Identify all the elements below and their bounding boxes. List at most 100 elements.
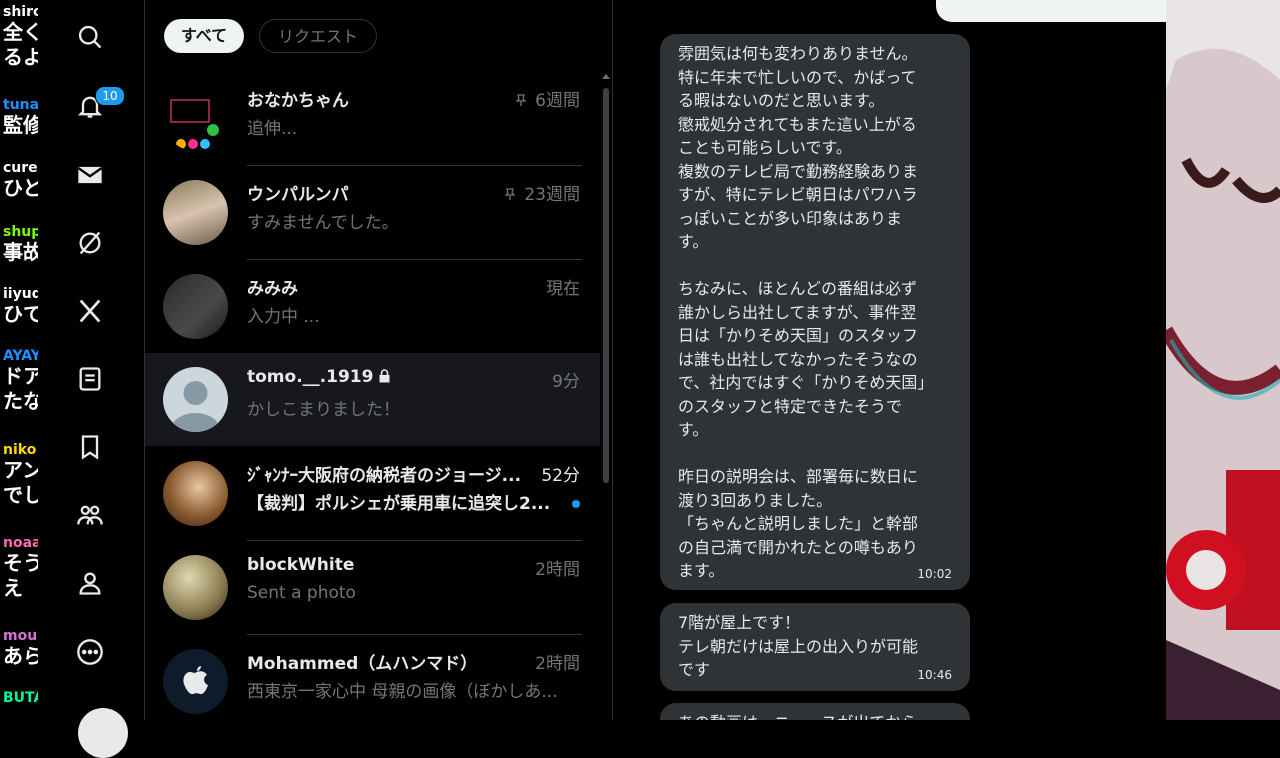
- chat-message: niko アン でし: [3, 442, 38, 508]
- apple-logo-icon: [183, 666, 208, 695]
- conversation-time-text: 6週間: [535, 91, 580, 111]
- chat-text: そう: [3, 551, 38, 575]
- conversation-name: Mohammed（ムハンマド）: [247, 654, 478, 674]
- conversation-time: 2時間: [535, 654, 580, 674]
- avatar: [163, 461, 228, 526]
- filter-all[interactable]: すべて: [164, 19, 244, 53]
- chat-text: あら: [3, 644, 38, 668]
- conversation-time-text: 23週間: [524, 185, 580, 205]
- chat-username: niko: [3, 442, 37, 458]
- chat-message: AYAY ドア たな: [3, 348, 38, 414]
- conversation-time: 9分: [552, 372, 580, 392]
- nav-premium[interactable]: [74, 295, 106, 327]
- conversation-preview: 西東京一家心中 母親の画像（ぼかしあ...: [247, 682, 558, 702]
- conversation-item[interactable]: ウンパルンパ 23週間 すみませんでした。: [145, 166, 600, 259]
- chat-username: shiro: [3, 4, 38, 20]
- nav-bookmarks[interactable]: [74, 431, 106, 463]
- avatar: [163, 649, 228, 714]
- avatar: [163, 367, 228, 432]
- message-bubble[interactable]: 7階が屋上です！ テレ朝だけは屋上の出入りが可能 です 10:46: [660, 603, 970, 691]
- x-logo-icon: [79, 299, 101, 323]
- pin-icon: [504, 188, 516, 200]
- chat-username: mou: [3, 628, 38, 644]
- chat-message: tuna 監修: [3, 97, 38, 138]
- chat-text: 全く: [3, 20, 38, 44]
- chat-message: BUTA: [3, 690, 38, 706]
- conversation-item[interactable]: おなかちゃん 6週間 追伸...: [145, 72, 600, 165]
- chat-text: るよ: [3, 45, 38, 69]
- chat-message: mou あら: [3, 628, 38, 669]
- stream-video-area: [1166, 0, 1280, 720]
- conversation-item[interactable]: Mohammed（ムハンマド） 2時間 西東京一家心中 母親の画像（ぼかしあ..…: [145, 635, 600, 728]
- conversation-name: おなかちゃん: [247, 91, 349, 111]
- nav-lists[interactable]: [74, 363, 106, 395]
- communities-icon: [77, 505, 103, 525]
- nav-messages[interactable]: [74, 159, 106, 191]
- filter-requests[interactable]: リクエスト: [259, 19, 377, 53]
- nav-grok[interactable]: [74, 227, 106, 259]
- conversation-list: すべて リクエスト おなかちゃん 6週間 追伸... ウンパルンパ 23週間 す…: [145, 0, 612, 720]
- conversation-item[interactable]: みみみ 現在 入力中 ...: [145, 260, 600, 353]
- chat-text: え: [3, 576, 23, 600]
- avatar: [163, 274, 228, 339]
- message-time: 10:02: [917, 566, 952, 581]
- chat-username: iiyud: [3, 286, 38, 302]
- profile-icon: [79, 572, 101, 595]
- conversation-preview: かしこまりました！: [247, 400, 400, 420]
- message-text: 雰囲気は何も変わりありません。 特に年末で忙しいので、かばって る暇はないのだと…: [678, 44, 934, 580]
- conversation-time: 52分: [541, 466, 580, 486]
- unread-indicator: [572, 500, 580, 508]
- conversation-item[interactable]: blockWhite 2時間 Sent a photo: [145, 541, 600, 634]
- conversation-time: 6週間: [515, 86, 580, 111]
- conversation-time: 現在: [546, 279, 580, 299]
- nav-more[interactable]: [74, 636, 106, 668]
- nav-communities[interactable]: [74, 499, 106, 531]
- chat-username: shup: [3, 224, 38, 240]
- lock-icon: [379, 369, 390, 383]
- conversation-preview: すみませんでした。: [247, 213, 399, 233]
- chat-text: ひて: [3, 302, 38, 326]
- message-text: あの動画は、ニュースが出てから: [678, 711, 952, 720]
- conversation-item[interactable]: ｼﾞｬﾝﾅｰ大阪府の納税者のジョージ... 52分 【裁判】ポルシェが乗用車に追…: [145, 447, 600, 540]
- message-bubble[interactable]: あの動画は、ニュースが出てから: [660, 703, 970, 720]
- chat-username: AYAY: [3, 348, 38, 364]
- conversation-preview: 【裁判】ポルシェが乗用車に追突し2...: [247, 494, 551, 514]
- conversation-name-text: tomo.__.1919: [247, 367, 374, 387]
- conversation-name: blockWhite: [247, 555, 355, 575]
- chat-message: shup 事故: [3, 224, 38, 265]
- chat-text: 事故: [3, 240, 38, 264]
- account-avatar[interactable]: [78, 708, 128, 758]
- avatar-image: [170, 99, 219, 149]
- nav-search[interactable]: [74, 21, 106, 53]
- nav-profile[interactable]: [74, 567, 106, 599]
- conversation-item-selected[interactable]: tomo.__.1919 9分 かしこまりました！: [145, 353, 600, 446]
- more-icon: [77, 639, 103, 665]
- scroll-up-arrow[interactable]: [602, 74, 610, 79]
- live-chat-overlay: shiro 全く るよ tuna 監修 cure ひと shup 事故 iiyu…: [0, 0, 38, 720]
- conversation-time: 23週間: [504, 180, 580, 205]
- pin-icon: [515, 94, 527, 106]
- conversation-preview: 追伸...: [247, 119, 298, 139]
- chat-text: アン: [3, 458, 38, 482]
- avatar: [163, 86, 228, 151]
- avatar: [163, 555, 228, 620]
- chat-message: shiro 全く るよ: [3, 4, 38, 70]
- stream-image: [1166, 0, 1280, 720]
- message-header-bar: [936, 0, 1166, 22]
- chat-text: たな: [3, 389, 38, 413]
- chat-text: でし: [3, 483, 38, 507]
- list-icon: [79, 367, 101, 391]
- avatar: [163, 180, 228, 245]
- notification-count-badge: 10: [95, 86, 125, 106]
- message-bubble[interactable]: 雰囲気は何も変わりありません。 特に年末で忙しいので、かばって る暇はないのだと…: [660, 34, 970, 590]
- conversation-name: ウンパルンパ: [247, 185, 349, 205]
- chat-message: cure ひと: [3, 160, 38, 201]
- conversation-name: ｼﾞｬﾝﾅｰ大阪府の納税者のジョージ...: [247, 466, 522, 486]
- chat-username: noaa: [3, 535, 38, 551]
- chat-username: cure: [3, 160, 38, 176]
- message-thread: 雰囲気は何も変わりありません。 特に年末で忙しいので、かばって る暇はないのだと…: [613, 0, 1166, 720]
- conversation-preview: 入力中 ...: [247, 307, 320, 327]
- scrollbar-thumb[interactable]: [603, 88, 609, 483]
- default-avatar-icon: [171, 381, 220, 432]
- conversation-name: みみみ: [247, 279, 298, 299]
